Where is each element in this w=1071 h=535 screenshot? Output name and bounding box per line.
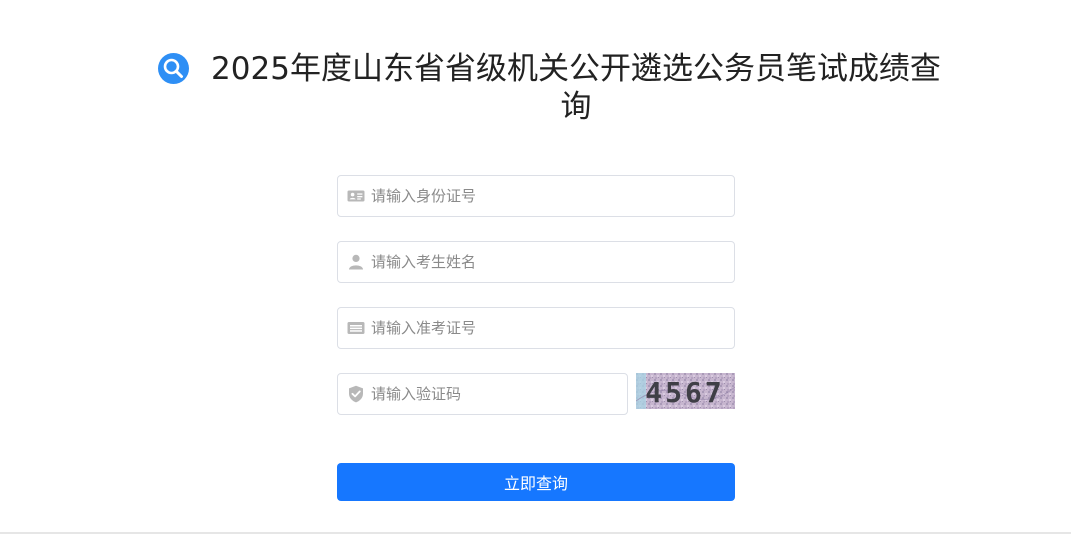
search-icon <box>158 53 189 84</box>
page-header: 2025年度山东省省级机关公开遴选公务员笔试成绩查询 <box>150 50 960 126</box>
name-input[interactable] <box>371 242 721 282</box>
captcha-text: 4567 <box>645 376 724 409</box>
submit-button[interactable]: 立即查询 <box>337 463 735 501</box>
ticket-icon <box>347 319 365 337</box>
name-field <box>337 241 735 283</box>
id-card-input[interactable] <box>371 176 721 216</box>
id-card-icon <box>347 187 365 205</box>
id-card-field <box>337 175 735 217</box>
page: 2025年度山东省省级机关公开遴选公务员笔试成绩查询 请输入身份证号 请输入考生… <box>0 0 1071 535</box>
bottom-divider <box>0 532 1071 534</box>
ticket-input[interactable] <box>371 308 721 348</box>
shield-check-icon <box>347 385 365 403</box>
user-icon <box>347 253 365 271</box>
captcha-input[interactable] <box>371 374 616 414</box>
captcha-field <box>337 373 628 415</box>
captcha-image[interactable]: 4567 <box>636 373 735 409</box>
ticket-field <box>337 307 735 349</box>
page-title: 2025年度山东省省级机关公开遴选公务员笔试成绩查询 <box>211 51 941 125</box>
